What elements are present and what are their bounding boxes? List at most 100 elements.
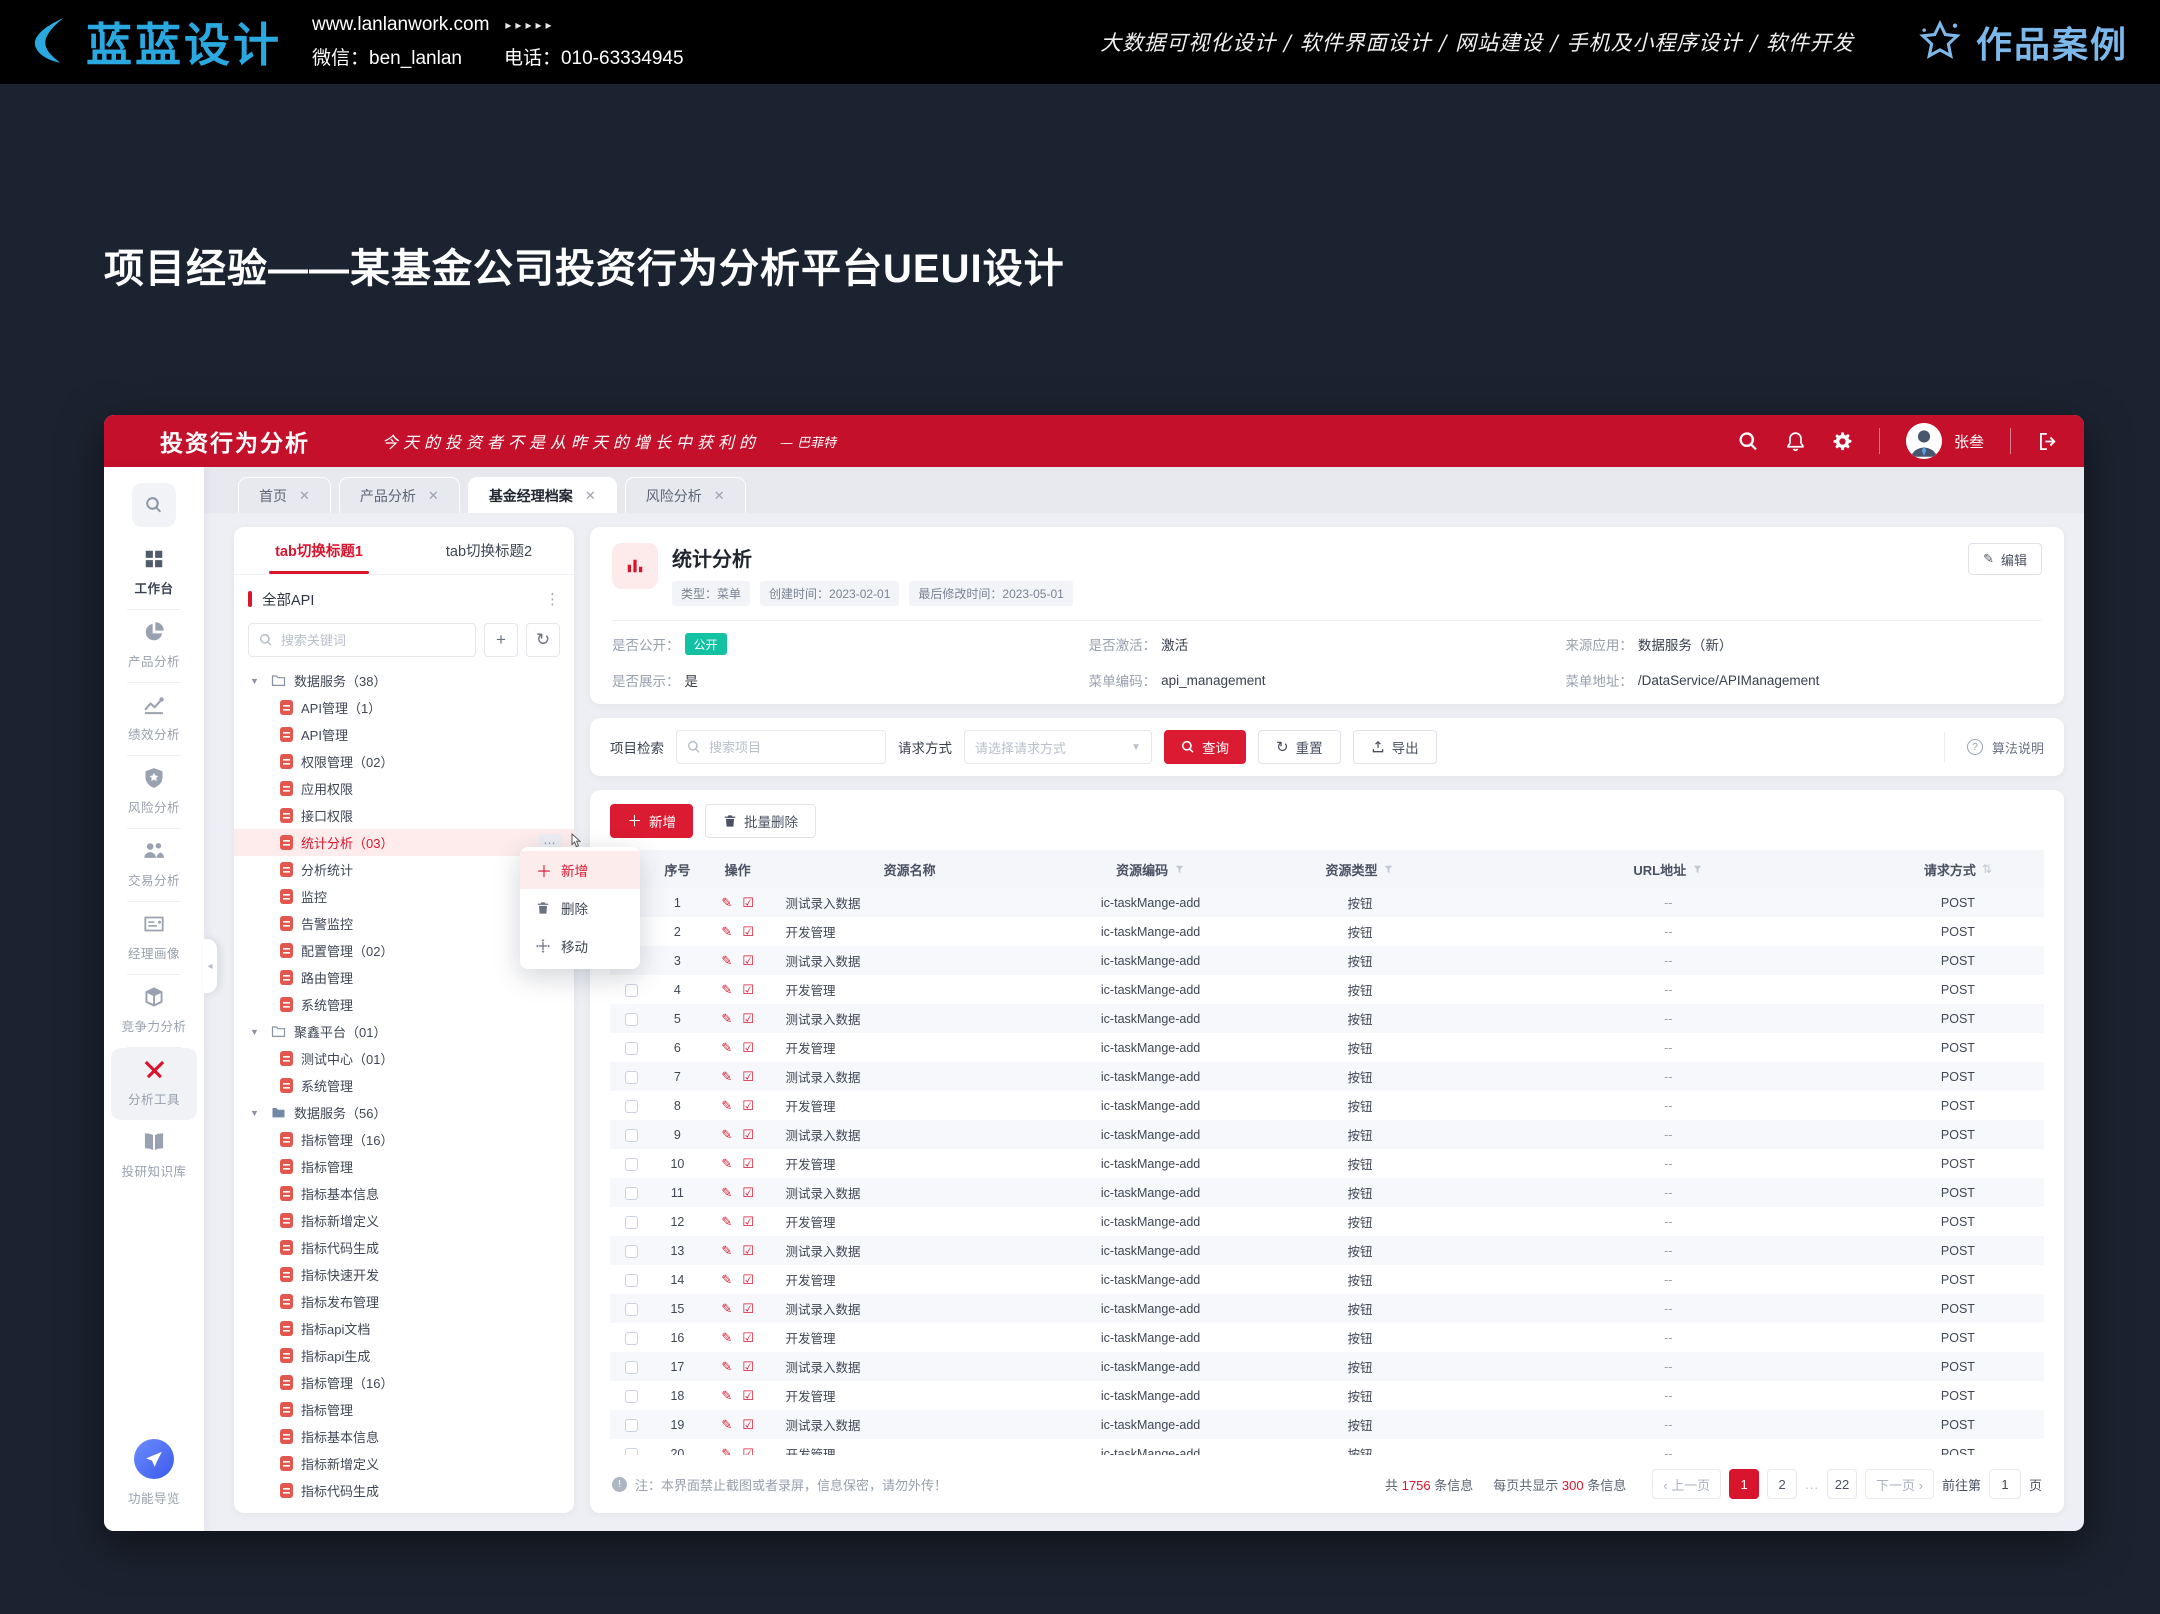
add-node-button[interactable]: +: [484, 623, 518, 657]
sidebar-search-button[interactable]: [132, 483, 176, 527]
tree-node[interactable]: ▼ 指标api文档 ⋯: [234, 1315, 574, 1342]
table-row[interactable]: 13 ✎☑ 测试录入数据 ic-taskMange-add 按钮 -- POST: [610, 1236, 2044, 1265]
tree-node[interactable]: ▼ 接口权限 ⋯: [234, 802, 574, 829]
sidebar-item-workbench[interactable]: 工作台: [111, 537, 197, 609]
tree-node[interactable]: ▼ 指标新增定义 ⋯: [234, 1450, 574, 1477]
edit-icon[interactable]: ✎: [721, 896, 732, 909]
table-row[interactable]: 7 ✎☑ 测试录入数据 ic-taskMange-add 按钮 -- POST: [610, 1062, 2044, 1091]
approve-icon[interactable]: ☑: [742, 1389, 754, 1402]
table-row[interactable]: 8 ✎☑ 开发管理 ic-taskMange-add 按钮 -- POST: [610, 1091, 2044, 1120]
row-checkbox[interactable]: [625, 984, 638, 997]
tab-home[interactable]: 首页✕: [238, 477, 331, 513]
approve-icon[interactable]: ☑: [742, 925, 754, 938]
table-row[interactable]: 4 ✎☑ 开发管理 ic-taskMange-add 按钮 -- POST: [610, 975, 2044, 1004]
table-row[interactable]: 15 ✎☑ 测试录入数据 ic-taskMange-add 按钮 -- POST: [610, 1294, 2044, 1323]
tree-node[interactable]: ▼ 指标新增定义 ⋯: [234, 1207, 574, 1234]
tab-fund-manager-archive[interactable]: 基金经理档案✕: [468, 477, 617, 513]
edit-icon[interactable]: ✎: [721, 925, 732, 938]
tree-node[interactable]: ▼ 数据服务（56） ⋯: [234, 1099, 574, 1126]
prev-page-button[interactable]: ‹ 上一页: [1652, 1469, 1721, 1499]
approve-icon[interactable]: ☑: [742, 1418, 754, 1431]
next-page-button[interactable]: 下一页 ›: [1865, 1469, 1934, 1499]
tree-node[interactable]: ▼ API管理 ⋯: [234, 721, 574, 748]
context-menu-delete[interactable]: 删除: [520, 889, 640, 927]
sidebar-item-performance-analysis[interactable]: 绩效分析: [111, 683, 197, 755]
approve-icon[interactable]: ☑: [742, 1186, 754, 1199]
sidebar-collapse-handle[interactable]: ◂: [203, 939, 217, 993]
tab-product-analysis[interactable]: 产品分析✕: [339, 477, 460, 513]
edit-icon[interactable]: ✎: [721, 1128, 732, 1141]
approve-icon[interactable]: ☑: [742, 1128, 754, 1141]
table-row[interactable]: 3 ✎☑ 测试录入数据 ic-taskMange-add 按钮 -- POST: [610, 946, 2044, 975]
search-icon[interactable]: [1738, 431, 1759, 452]
tree-node[interactable]: ▼ 系统管理 ⋯: [234, 991, 574, 1018]
caret-down-icon[interactable]: ▼: [250, 1108, 262, 1118]
logout-icon[interactable]: [2037, 431, 2058, 452]
approve-icon[interactable]: ☑: [742, 1012, 754, 1025]
goto-page-input[interactable]: [1989, 1469, 2021, 1499]
edit-icon[interactable]: ✎: [721, 1012, 732, 1025]
edit-icon[interactable]: ✎: [721, 1215, 732, 1228]
table-row[interactable]: 20 ✎☑ 开发管理 ic-taskMange-add 按钮 -- POST: [610, 1439, 2044, 1455]
edit-icon[interactable]: ✎: [721, 983, 732, 996]
add-button[interactable]: ＋ 新增: [610, 804, 693, 838]
row-checkbox[interactable]: [625, 1419, 638, 1432]
page-1-button[interactable]: 1: [1729, 1469, 1759, 1499]
approve-icon[interactable]: ☑: [742, 1215, 754, 1228]
table-row[interactable]: 11 ✎☑ 测试录入数据 ic-taskMange-add 按钮 -- POST: [610, 1178, 2044, 1207]
row-checkbox[interactable]: [625, 1448, 638, 1455]
sidebar-item-manager-profile[interactable]: 经理画像: [111, 902, 197, 974]
tab-risk-analysis[interactable]: 风险分析✕: [625, 477, 746, 513]
tree-node[interactable]: ▼ 指标管理（16） ⋯: [234, 1126, 574, 1153]
edit-icon[interactable]: ✎: [721, 1070, 732, 1083]
edit-button[interactable]: ✎ 编辑: [1968, 543, 2042, 575]
approve-icon[interactable]: ☑: [742, 1331, 754, 1344]
approve-icon[interactable]: ☑: [742, 1070, 754, 1083]
sidebar-item-product-analysis[interactable]: 产品分析: [111, 610, 197, 682]
tree-tab-1[interactable]: tab切换标题1: [234, 527, 404, 574]
sidebar-item-research-knowledge[interactable]: 投研知识库: [111, 1120, 197, 1192]
tree-node[interactable]: ▼ 指标api生成 ⋯: [234, 1342, 574, 1369]
tree-node[interactable]: ▼ 应用权限 ⋯: [234, 775, 574, 802]
tree-node[interactable]: ▼ 指标基本信息 ⋯: [234, 1423, 574, 1450]
edit-icon[interactable]: ✎: [721, 1418, 732, 1431]
project-search-input[interactable]: [676, 730, 886, 764]
bell-icon[interactable]: [1785, 431, 1806, 452]
tree-node[interactable]: ▼ 系统管理 ⋯: [234, 1072, 574, 1099]
approve-icon[interactable]: ☑: [742, 983, 754, 996]
tree-node[interactable]: ▼ 指标快速开发 ⋯: [234, 1261, 574, 1288]
tree-node[interactable]: ▼ API管理（1） ⋯: [234, 694, 574, 721]
tree-node[interactable]: ▼ 数据服务（38） ⋯: [234, 667, 574, 694]
method-select[interactable]: 请选择请求方式 ▼: [964, 730, 1152, 764]
tree-node[interactable]: ▼ 指标发布管理 ⋯: [234, 1288, 574, 1315]
sidebar-item-feature-tour[interactable]: 功能导览: [128, 1439, 180, 1507]
filter-icon[interactable]: [1692, 864, 1703, 875]
page-2-button[interactable]: 2: [1767, 1469, 1797, 1499]
tree-node[interactable]: ▼ 权限管理（02） ⋯: [234, 748, 574, 775]
close-icon[interactable]: ✕: [428, 488, 439, 504]
table-row[interactable]: 6 ✎☑ 开发管理 ic-taskMange-add 按钮 -- POST: [610, 1033, 2044, 1062]
context-menu-add[interactable]: ＋ 新增: [520, 851, 640, 889]
approve-icon[interactable]: ☑: [742, 1360, 754, 1373]
table-row[interactable]: 12 ✎☑ 开发管理 ic-taskMange-add 按钮 -- POST: [610, 1207, 2044, 1236]
edit-icon[interactable]: ✎: [721, 1099, 732, 1112]
row-checkbox[interactable]: [625, 1129, 638, 1142]
approve-icon[interactable]: ☑: [742, 954, 754, 967]
tree-node[interactable]: ▼ 测试中心（01） ⋯: [234, 1045, 574, 1072]
row-checkbox[interactable]: [625, 1042, 638, 1055]
row-checkbox[interactable]: [625, 1071, 638, 1084]
batch-delete-button[interactable]: 批量删除: [705, 804, 816, 838]
gear-icon[interactable]: [1832, 431, 1853, 452]
approve-icon[interactable]: ☑: [742, 1302, 754, 1315]
close-icon[interactable]: ✕: [299, 488, 310, 504]
user-menu[interactable]: 张叁: [1906, 423, 1984, 459]
table-row[interactable]: 9 ✎☑ 测试录入数据 ic-taskMange-add 按钮 -- POST: [610, 1120, 2044, 1149]
approve-icon[interactable]: ☑: [742, 1157, 754, 1170]
edit-icon[interactable]: ✎: [721, 954, 732, 967]
algorithm-help-link[interactable]: ? 算法说明: [1944, 732, 2044, 762]
row-checkbox[interactable]: [625, 1187, 638, 1200]
row-checkbox[interactable]: [625, 1100, 638, 1113]
edit-icon[interactable]: ✎: [721, 1302, 732, 1315]
tree-node[interactable]: ▼ 聚鑫平台（01） ⋯: [234, 1018, 574, 1045]
table-row[interactable]: 5 ✎☑ 测试录入数据 ic-taskMange-add 按钮 -- POST: [610, 1004, 2044, 1033]
